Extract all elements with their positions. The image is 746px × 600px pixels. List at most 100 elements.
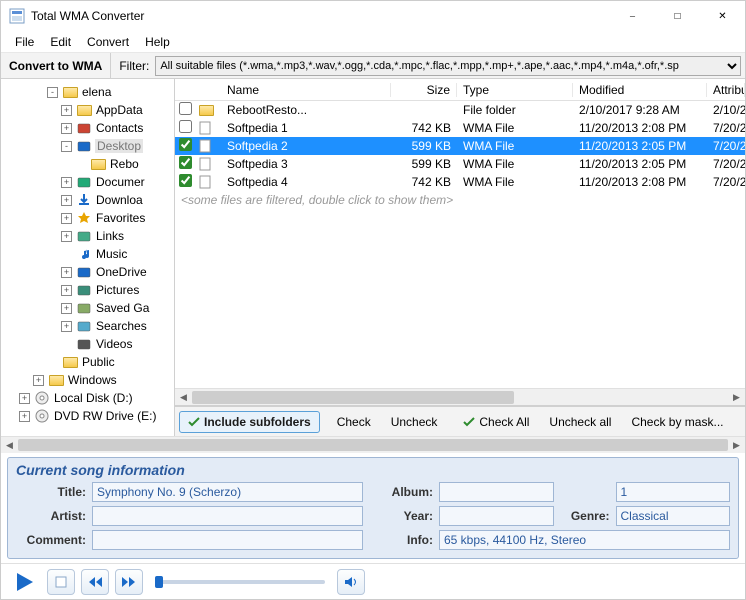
cell-size: 599 KB [391, 139, 457, 153]
expand-icon[interactable]: + [61, 105, 72, 116]
cell-type: WMA File [457, 175, 573, 189]
uncheck-all-button[interactable]: Uncheck all [540, 411, 620, 433]
expand-icon[interactable]: + [61, 321, 72, 332]
tree-item[interactable]: + Local Disk (D:) [1, 389, 174, 407]
desktop-icon [76, 139, 92, 153]
info-year[interactable] [439, 506, 554, 526]
tree-item[interactable]: +Links [1, 227, 174, 245]
row-checkbox[interactable] [179, 156, 192, 169]
stop-button[interactable] [47, 569, 75, 595]
tree-item-label: OneDrive [95, 265, 148, 279]
col-modified[interactable]: Modified [573, 83, 707, 97]
tree-item[interactable]: +DVD RW Drive (E:) [1, 407, 174, 425]
volume-button[interactable] [337, 569, 365, 595]
check-button[interactable]: Check [328, 411, 380, 433]
menu-help[interactable]: Help [137, 33, 178, 51]
expand-icon[interactable]: - [47, 87, 58, 98]
tree-item[interactable]: Music [1, 245, 174, 263]
file-row[interactable]: Softpedia 4742 KBWMA File11/20/2013 2:08… [175, 173, 745, 191]
tree-item[interactable]: +Favorites [1, 209, 174, 227]
check-all-button[interactable]: Check All [454, 411, 538, 433]
file-row[interactable]: RebootResto...File folder2/10/2017 9:28 … [175, 101, 745, 119]
file-list-hscroll[interactable]: ◀▶ [175, 388, 745, 405]
check-by-mask-button[interactable]: Check by mask... [622, 411, 732, 433]
tree-item[interactable]: + Pictures [1, 281, 174, 299]
song-info-panel: Current song information Title: Symphony… [7, 457, 739, 559]
expand-icon[interactable]: + [19, 393, 30, 404]
minimize-button[interactable]: – [610, 1, 655, 31]
tree-item[interactable]: Rebo [1, 155, 174, 173]
next-button[interactable] [115, 569, 143, 595]
disk-icon [34, 391, 50, 405]
tree-item[interactable]: +Windows [1, 371, 174, 389]
expand-icon[interactable]: + [61, 285, 72, 296]
file-row[interactable]: Softpedia 3599 KBWMA File11/20/2013 2:05… [175, 155, 745, 173]
row-checkbox[interactable] [179, 102, 192, 115]
uncheck-button[interactable]: Uncheck [382, 411, 447, 433]
expand-icon[interactable]: + [33, 375, 44, 386]
info-header: Current song information [16, 462, 730, 482]
tree-item-label: Contacts [95, 121, 144, 135]
tree-item[interactable]: + Contacts [1, 119, 174, 137]
filter-select[interactable]: All suitable files (*.wma,*.mp3,*.wav,*.… [155, 56, 741, 76]
row-checkbox[interactable] [179, 174, 192, 187]
tree-item[interactable]: + OneDrive [1, 263, 174, 281]
expand-icon[interactable]: + [61, 195, 72, 206]
file-icon [199, 157, 221, 171]
menu-convert[interactable]: Convert [79, 33, 137, 51]
menu-edit[interactable]: Edit [42, 33, 79, 51]
expand-icon [61, 339, 72, 350]
info-comment[interactable] [92, 530, 363, 550]
col-name[interactable]: Name [221, 83, 391, 97]
file-row[interactable]: Softpedia 1742 KBWMA File11/20/2013 2:08… [175, 119, 745, 137]
row-checkbox[interactable] [179, 120, 192, 133]
menu-file[interactable]: File [7, 33, 42, 51]
row-checkbox[interactable] [179, 138, 192, 151]
maximize-button[interactable]: □ [655, 1, 700, 31]
close-button[interactable]: ✕ [700, 1, 745, 31]
main-hscroll[interactable]: ◀▶ [1, 436, 745, 453]
info-album[interactable] [439, 482, 554, 502]
expand-icon[interactable]: + [61, 213, 72, 224]
filtered-hint[interactable]: <some files are filtered, double click t… [175, 191, 745, 209]
file-row[interactable]: Softpedia 2599 KBWMA File11/20/2013 2:05… [175, 137, 745, 155]
tree-item-label: Pictures [95, 283, 140, 297]
restore-button[interactable]: Restore la [740, 411, 745, 433]
tree-item[interactable]: - Desktop [1, 137, 174, 155]
prev-button[interactable] [81, 569, 109, 595]
expand-icon[interactable]: + [61, 303, 72, 314]
file-icon [199, 139, 221, 153]
col-size[interactable]: Size [391, 83, 457, 97]
tree-item[interactable]: Public [1, 353, 174, 371]
tree-item[interactable]: +Saved Ga [1, 299, 174, 317]
tree-item[interactable]: Videos [1, 335, 174, 353]
tree-item[interactable]: +Searches [1, 317, 174, 335]
cell-name: Softpedia 2 [221, 139, 391, 153]
tree-item[interactable]: +Downloa [1, 191, 174, 209]
folder-tree[interactable]: -elena+AppData+Contacts-DesktopRebo+Docu… [1, 79, 175, 436]
tree-item-label: Local Disk (D:) [53, 391, 134, 405]
seek-slider[interactable] [155, 580, 325, 584]
expand-icon[interactable]: + [19, 411, 30, 422]
convert-to-wma-button[interactable]: Convert to WMA [1, 53, 111, 78]
cell-modified: 2/10/2017 9:28 AM [573, 103, 707, 117]
expand-icon[interactable]: - [61, 141, 72, 152]
tree-item[interactable]: +Documer [1, 173, 174, 191]
tree-item[interactable]: -elena [1, 83, 174, 101]
play-button[interactable] [9, 567, 41, 597]
info-genre[interactable]: Classical [616, 506, 731, 526]
info-title[interactable]: Symphony No. 9 (Scherzo) [92, 482, 363, 502]
col-attributes[interactable]: Attributes [707, 83, 745, 97]
col-type[interactable]: Type [457, 83, 573, 97]
expand-icon[interactable]: + [61, 267, 72, 278]
cell-name: RebootResto... [221, 103, 391, 117]
tree-item-label: Desktop [95, 139, 143, 153]
tree-item[interactable]: +AppData [1, 101, 174, 119]
expand-icon[interactable]: + [61, 177, 72, 188]
info-track[interactable]: 1 [616, 482, 731, 502]
cell-type: WMA File [457, 157, 573, 171]
expand-icon[interactable]: + [61, 123, 72, 134]
include-subfolders-button[interactable]: Include subfolders [179, 411, 320, 433]
expand-icon[interactable]: + [61, 231, 72, 242]
info-artist[interactable] [92, 506, 363, 526]
